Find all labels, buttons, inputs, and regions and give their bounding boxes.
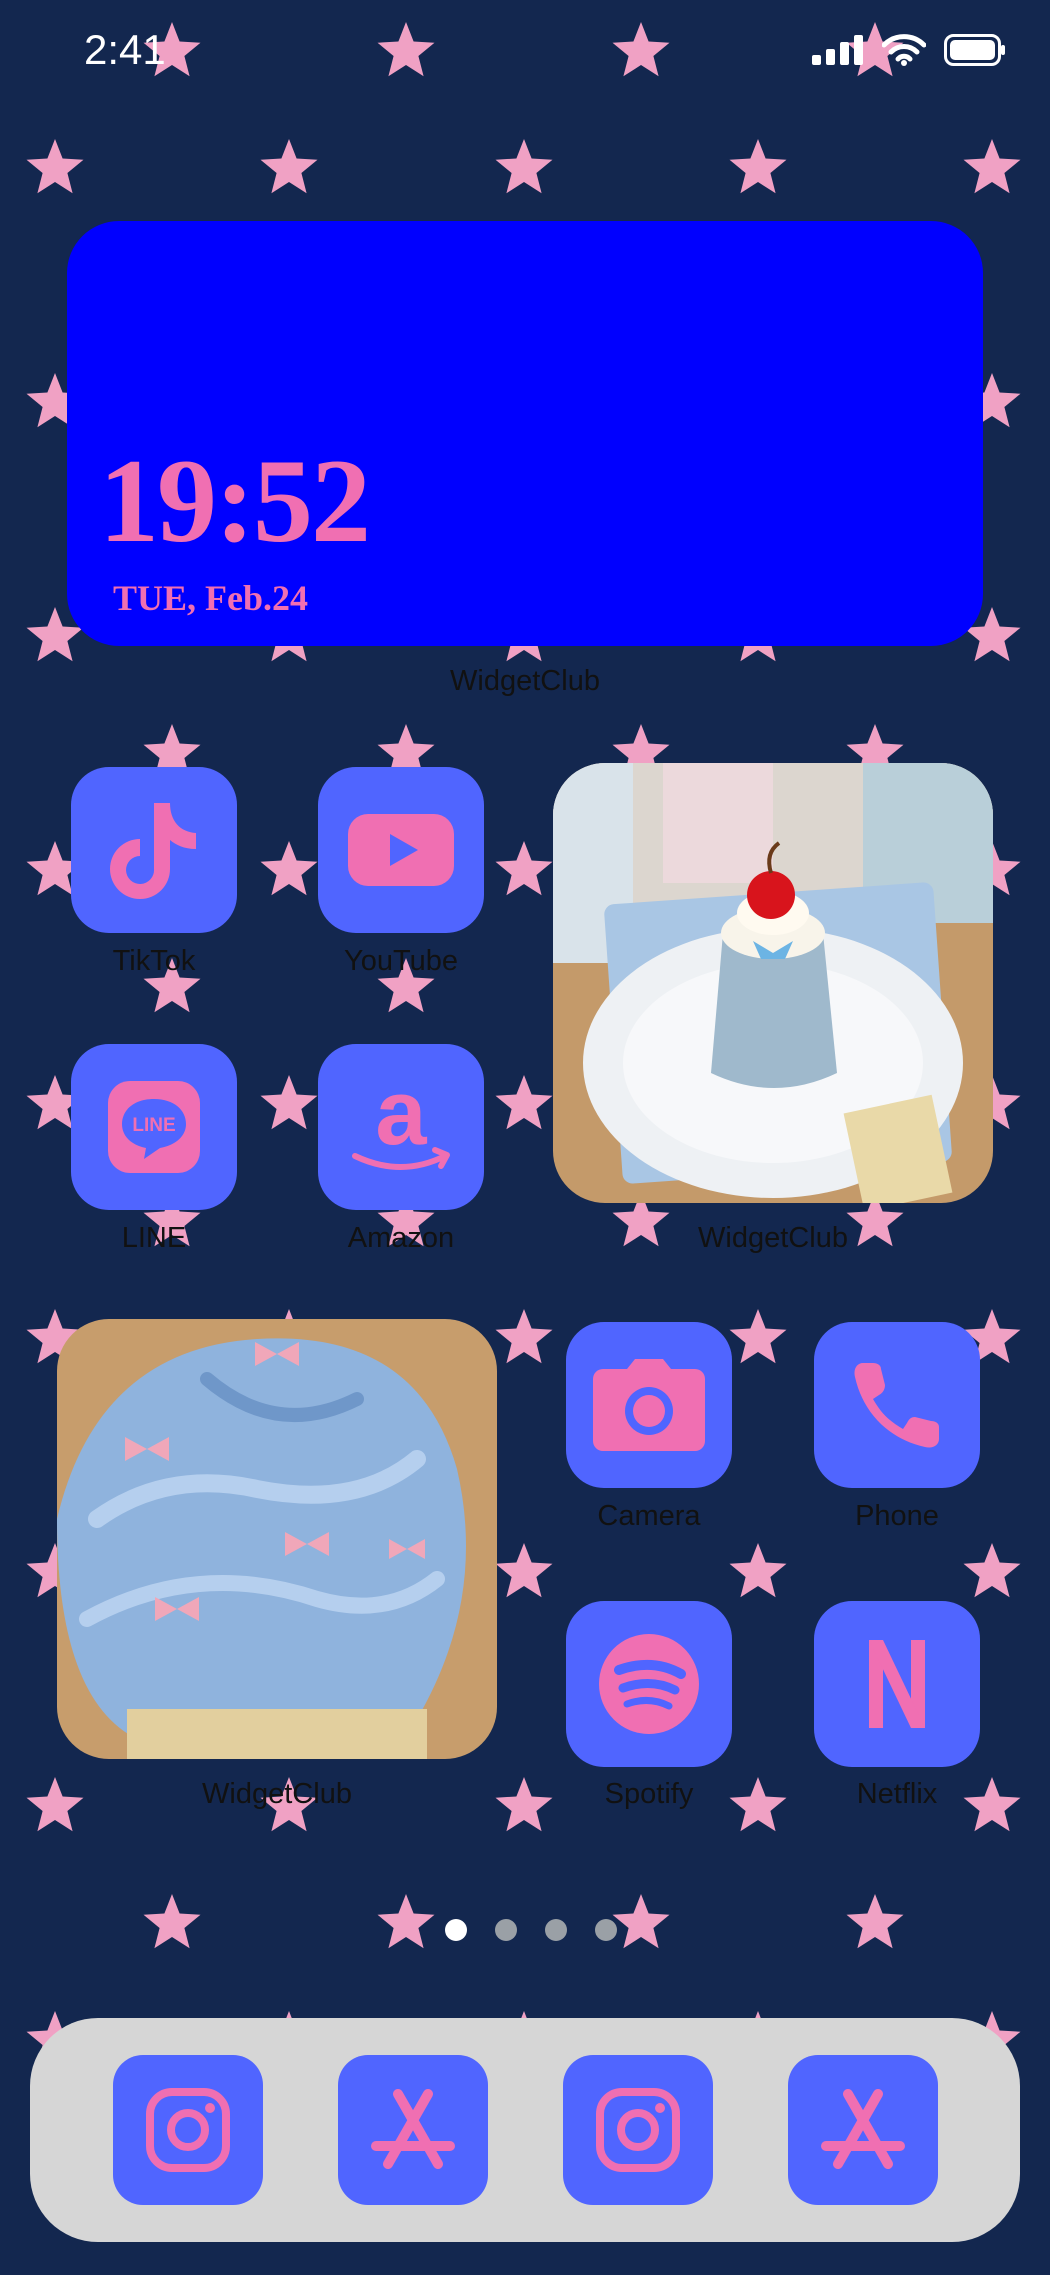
photo-widget-ice-cream[interactable] — [57, 1319, 497, 1759]
netflix-icon — [869, 1640, 925, 1728]
signal-icon — [812, 35, 863, 65]
line-label: LINE — [121, 1222, 187, 1254]
spotify-app[interactable] — [566, 1601, 732, 1767]
wallpaper-star — [612, 1894, 670, 1949]
wallpaper-star — [495, 1777, 553, 1832]
clock-time: 19:52 — [99, 434, 371, 567]
wallpaper-star — [729, 1309, 787, 1364]
camera-label: Camera — [597, 1500, 701, 1532]
page-indicator[interactable] — [445, 1919, 617, 1941]
dock-instagram-app[interactable] — [113, 2055, 263, 2205]
camera-app[interactable] — [566, 1322, 732, 1488]
line-app[interactable]: LINE — [71, 1044, 237, 1210]
ice-cream-photo — [57, 1319, 497, 1759]
line-icon: LINE — [108, 1081, 200, 1173]
wallpaper-star — [260, 1075, 318, 1130]
wallpaper-star — [495, 1075, 553, 1130]
svg-text:a: a — [375, 1072, 427, 1164]
battery-icon — [944, 34, 1005, 66]
camera-icon — [593, 1359, 705, 1451]
photo-widget-label: WidgetClub — [202, 1778, 352, 1810]
spotify-icon — [599, 1634, 699, 1734]
wallpaper-star — [612, 22, 670, 77]
clock-widget[interactable]: 19:52 TUE, Feb.24 — [67, 221, 983, 646]
wallpaper-star — [377, 22, 435, 77]
wallpaper-star — [495, 1309, 553, 1364]
netflix-label: Netflix — [856, 1778, 938, 1810]
page-dot[interactable] — [545, 1919, 567, 1941]
pudding-photo — [553, 763, 993, 1203]
tiktok-icon — [110, 803, 196, 899]
phone-app[interactable] — [814, 1322, 980, 1488]
photo-widget-pudding[interactable] — [553, 763, 993, 1203]
phone-icon — [854, 1363, 939, 1448]
instagram-icon — [146, 2088, 230, 2172]
dock-app-store-app[interactable] — [788, 2055, 938, 2205]
wallpaper-star — [963, 139, 1021, 194]
wallpaper-star — [846, 1894, 904, 1949]
tiktok-label: TikTok — [112, 945, 196, 977]
amazon-label: Amazon — [347, 1222, 455, 1254]
amazon-icon: a — [352, 1072, 450, 1170]
page-dot[interactable] — [495, 1919, 517, 1941]
page-dot[interactable] — [445, 1919, 467, 1941]
wallpaper-star — [495, 1543, 553, 1598]
netflix-app[interactable] — [814, 1601, 980, 1767]
spotify-label: Spotify — [604, 1778, 694, 1810]
wallpaper-star — [26, 139, 84, 194]
wallpaper-star — [260, 841, 318, 896]
wallpaper-star — [143, 1894, 201, 1949]
dock-app-store-app[interactable] — [338, 2055, 488, 2205]
youtube-label: YouTube — [344, 945, 458, 977]
wallpaper-star — [377, 1894, 435, 1949]
status-time: 2:41 — [84, 26, 166, 73]
app-store-icon — [821, 2089, 905, 2169]
wallpaper-star — [260, 139, 318, 194]
dock-instagram-app[interactable] — [563, 2055, 713, 2205]
amazon-app[interactable]: a — [318, 1044, 484, 1210]
tiktok-app[interactable] — [71, 767, 237, 933]
wallpaper-star — [729, 139, 787, 194]
wallpaper-star — [26, 1777, 84, 1832]
wallpaper-star — [963, 1543, 1021, 1598]
status-icons — [812, 34, 1006, 66]
photo-widget-label: WidgetClub — [698, 1222, 848, 1254]
clock-date: TUE, Feb.24 — [113, 578, 309, 618]
wallpaper-star — [495, 841, 553, 896]
phone-label: Phone — [855, 1500, 939, 1532]
app-store-icon — [371, 2089, 455, 2169]
wallpaper-star — [495, 139, 553, 194]
wallpaper-star — [729, 1543, 787, 1598]
instagram-icon — [596, 2088, 680, 2172]
youtube-app[interactable] — [318, 767, 484, 933]
youtube-icon — [348, 814, 454, 886]
clock-widget-label: WidgetClub — [450, 665, 600, 697]
wifi-icon — [882, 34, 926, 66]
page-dot[interactable] — [595, 1919, 617, 1941]
svg-text:LINE: LINE — [132, 1115, 175, 1136]
dock — [30, 2018, 1020, 2242]
